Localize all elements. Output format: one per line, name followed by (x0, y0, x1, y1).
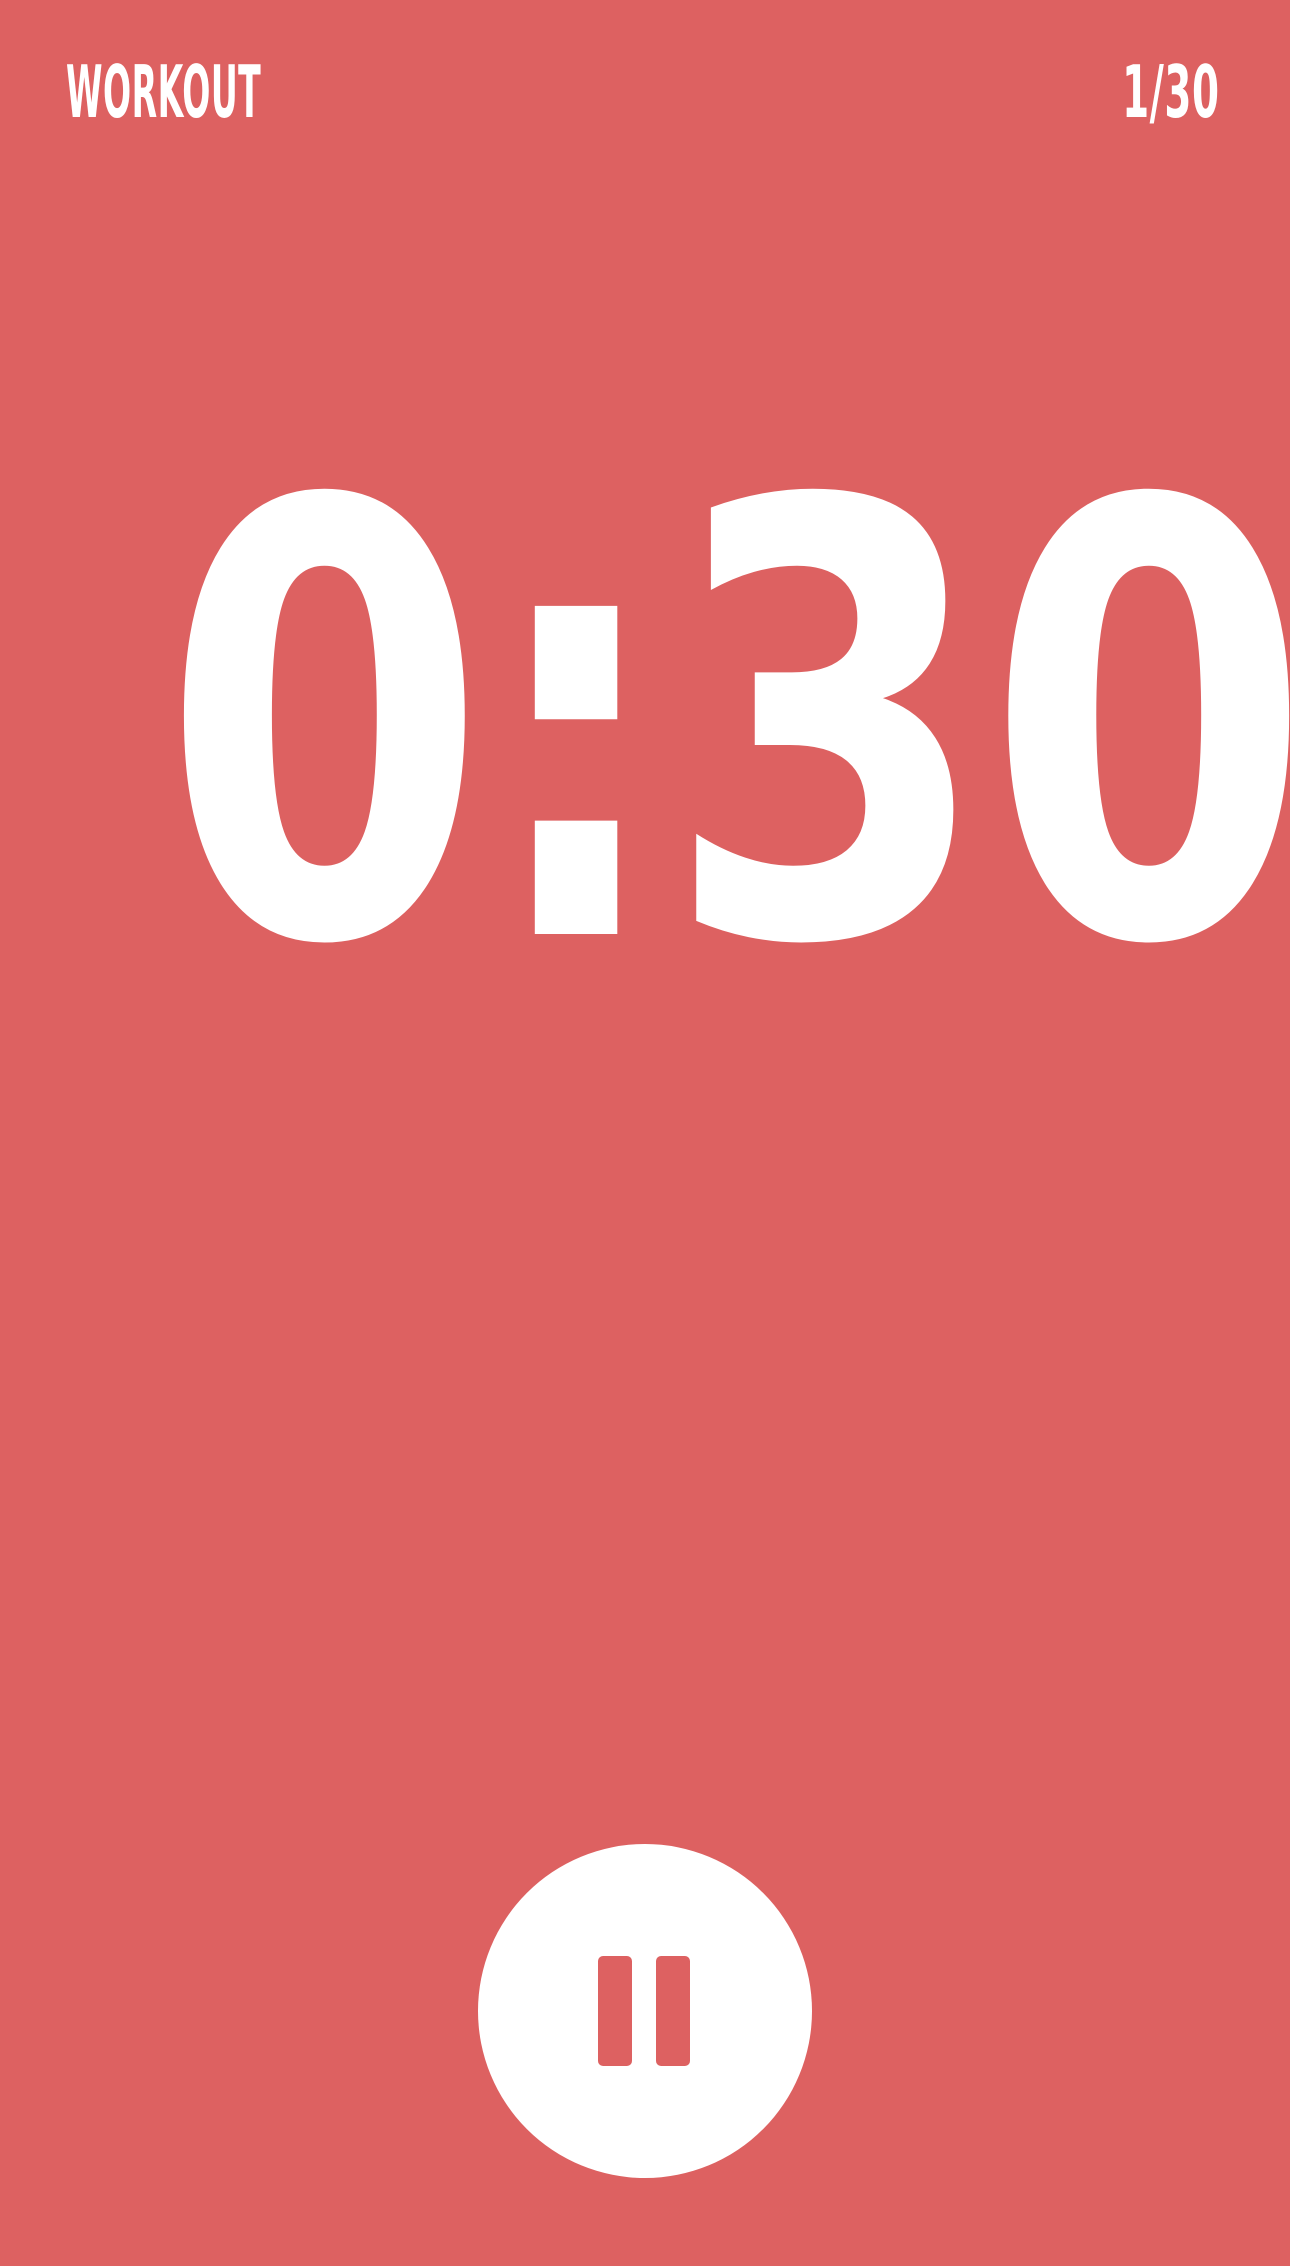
countdown-timer: 0:30 (0, 377, 1290, 1076)
workout-title: WORKOUT (66, 50, 262, 134)
pause-icon-left-bar (598, 1956, 632, 2066)
exercise-progress: 1/30 (1122, 50, 1220, 134)
timer-value: 0:30 (161, 377, 1290, 1076)
pause-icon (598, 1956, 692, 2066)
pause-button[interactable] (478, 1844, 812, 2178)
pause-icon-right-bar (656, 1956, 690, 2066)
workout-screen: WORKOUT 1/30 0:30 (0, 0, 1290, 2266)
